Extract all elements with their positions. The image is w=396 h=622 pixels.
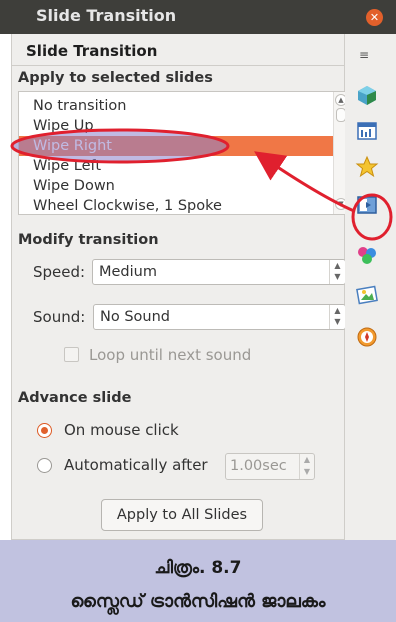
advance-section-heading: Advance slide bbox=[18, 390, 132, 406]
automatically-after-radio[interactable] bbox=[37, 458, 52, 473]
title-bar: Slide Transition ✕ bbox=[0, 0, 396, 34]
navigator-icon[interactable] bbox=[354, 324, 380, 350]
spin-arrows-icon: ▲ ▼ bbox=[299, 454, 314, 479]
auto-time-spinner[interactable]: 1.00sec ▲ ▼ bbox=[225, 453, 315, 480]
figure-caption: ചിത്രം. 8.7 സ്ലൈഡ് ട്രാൻസിഷൻ ജാലകം bbox=[0, 540, 396, 622]
apply-to-all-slides-button[interactable]: Apply to All Slides bbox=[101, 499, 263, 531]
star-icon[interactable] bbox=[354, 154, 380, 180]
modify-section-heading: Modify transition bbox=[18, 232, 159, 248]
speed-label: Speed: bbox=[33, 263, 86, 281]
sound-label: Sound: bbox=[33, 308, 86, 326]
caption-line-2: സ്ലൈഡ് ട്രാൻസിഷൻ ജാലകം bbox=[70, 591, 326, 612]
sound-select[interactable]: No Sound ▲ ▼ bbox=[93, 304, 346, 330]
menu-icon[interactable]: ≡ bbox=[359, 48, 369, 62]
gallery-icon[interactable] bbox=[354, 282, 380, 308]
list-item[interactable]: Wipe Down bbox=[19, 176, 333, 196]
cube-icon[interactable] bbox=[354, 82, 380, 108]
list-item-selected[interactable]: Wipe Right bbox=[19, 136, 333, 156]
loop-checkbox[interactable] bbox=[64, 347, 79, 362]
speed-select[interactable]: Medium ▲ ▼ bbox=[92, 259, 346, 285]
auto-time-value: 1.00sec bbox=[230, 458, 287, 474]
sidebar-deck: ≡ bbox=[345, 34, 396, 540]
automatically-after-label: Automatically after bbox=[64, 456, 208, 474]
close-icon: ✕ bbox=[369, 11, 380, 24]
layout-icon[interactable] bbox=[354, 118, 380, 144]
transition-list[interactable]: No transition Wipe Up Wipe Right Wipe Le… bbox=[18, 91, 348, 215]
panel-header: Slide Transition bbox=[12, 34, 344, 66]
on-mouse-click-label: On mouse click bbox=[64, 421, 179, 439]
slide-transition-icon[interactable] bbox=[354, 192, 380, 218]
panel-title: Slide Transition bbox=[26, 42, 158, 60]
loop-label: Loop until next sound bbox=[89, 346, 252, 364]
animation-icon[interactable] bbox=[354, 242, 380, 268]
close-button[interactable]: ✕ bbox=[366, 9, 383, 26]
apply-section-heading: Apply to selected slides bbox=[18, 70, 213, 86]
window-title: Slide Transition bbox=[36, 6, 177, 25]
list-item[interactable]: No transition bbox=[19, 96, 333, 116]
on-mouse-click-radio[interactable] bbox=[37, 423, 52, 438]
chevron-updown-icon: ▲ ▼ bbox=[329, 305, 345, 329]
speed-value: Medium bbox=[99, 264, 157, 280]
list-item[interactable]: Wipe Left bbox=[19, 156, 333, 176]
list-item[interactable]: Wheel Clockwise, 1 Spoke bbox=[19, 196, 333, 214]
list-item[interactable]: Wipe Up bbox=[19, 116, 333, 136]
sound-value: No Sound bbox=[100, 309, 170, 325]
caption-line-1: ചിത്രം. 8.7 bbox=[154, 558, 242, 578]
chevron-updown-icon: ▲ ▼ bbox=[329, 260, 345, 284]
